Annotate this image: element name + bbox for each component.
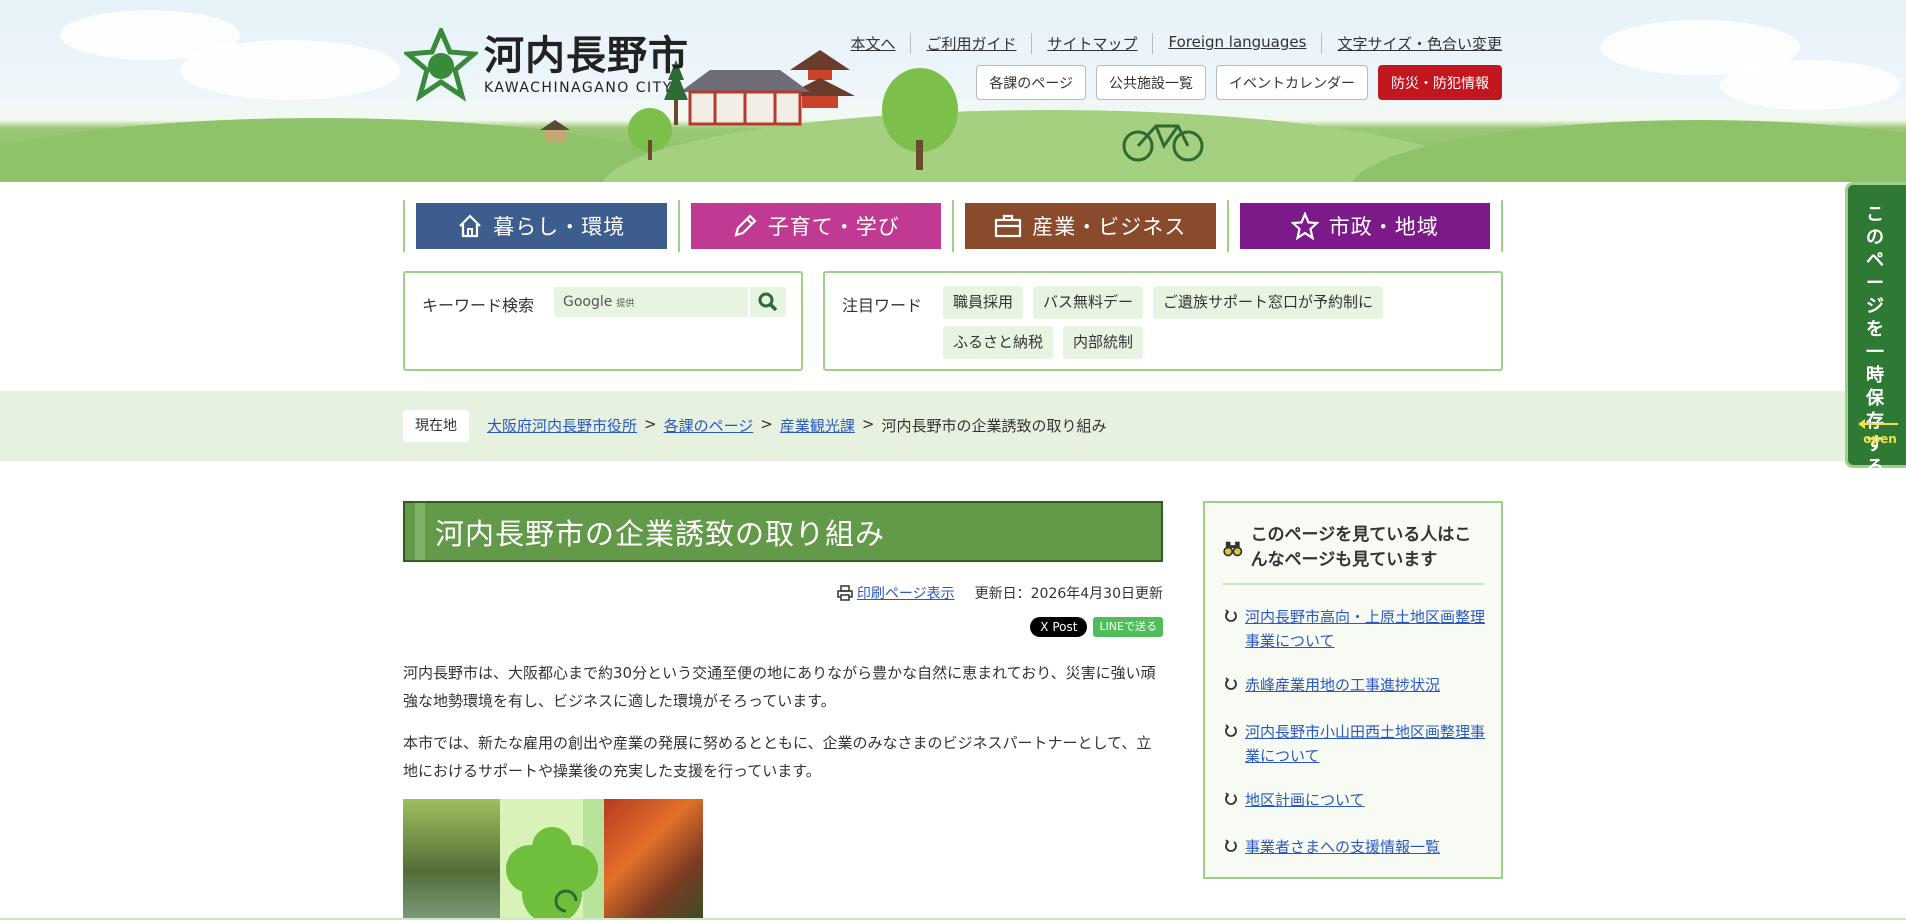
arrow-left-icon (1858, 419, 1898, 429)
related-pages-list: 河内長野市高向・上原土地区画整理事業について 赤峰産業用地の工事進捗状況 河内長… (1223, 605, 1485, 882)
user-guide-link[interactable]: ご利用ガイド (910, 33, 1031, 54)
line-share-button[interactable]: LINEで送る (1093, 617, 1163, 637)
text-size-color-link[interactable]: 文字サイズ・色合い変更 (1321, 33, 1502, 54)
event-calendar-button[interactable]: イベントカレンダー (1216, 65, 1368, 100)
keyword-tag[interactable]: 職員採用 (943, 286, 1024, 319)
link-arrow-icon (1223, 605, 1245, 653)
keywords-list: 職員採用 バス無料デー ご遺族サポート窓口が予約制に ふるさと納税 内部統制 (943, 286, 1483, 359)
sitemap-link[interactable]: サイトマップ (1031, 33, 1152, 54)
search-button[interactable] (748, 287, 786, 317)
department-pages-button[interactable]: 各課のページ (976, 65, 1086, 100)
link-arrow-icon (1223, 673, 1245, 700)
x-post-button[interactable]: X Post (1030, 617, 1088, 637)
keyword-tag[interactable]: 内部統制 (1063, 326, 1144, 359)
open-label: open (1863, 432, 1897, 446)
global-nav: 暮らし・環境 子育て・学び 産業・ビジネス 市政・地域 (403, 200, 1503, 252)
search-label: キーワード検索 (422, 296, 535, 315)
gnav-industry-business[interactable]: 産業・ビジネス (952, 200, 1227, 252)
updated-date: 更新日：2026年4月30日更新 (974, 586, 1163, 602)
list-item: 赤峰産業用地の工事進捗状況 (1223, 673, 1485, 700)
list-item: 地区計画について (1223, 788, 1485, 815)
house-icon (459, 214, 482, 238)
gnav-label: 産業・ビジネス (1032, 215, 1187, 239)
related-pages-header: このページを見ている人はこんなページも見ています (1223, 523, 1485, 585)
keyword-tag[interactable]: ご遺族サポート窓口が予約制に (1153, 286, 1384, 319)
article-paragraph: 河内長野市は、大阪都心まで約30分という交通至便の地にありながら豊かな自然に恵ま… (403, 664, 1156, 710)
search-placeholder: Google (563, 294, 613, 310)
breadcrumb-link-industry-tourism[interactable]: 産業観光課 (780, 415, 855, 436)
list-item: 事業者さまへの支援情報一覧 (1223, 835, 1485, 862)
page-title-bar: 河内長野市の企業誘致の取り組み (403, 501, 1163, 562)
breadcrumb-link-departments[interactable]: 各課のページ (664, 415, 754, 436)
breadcrumb-here-label: 現在地 (403, 410, 469, 442)
autumn-photo (604, 799, 703, 920)
tree-mascot-graphic (500, 799, 604, 920)
header-banner: 河内長野市 KAWACHINAGANO CITY 本文へ ご利用ガイド サイトマ… (0, 0, 1906, 182)
save-page-tab[interactable]: このページを一時保存する open (1845, 182, 1906, 478)
gnav-label: 市政・地域 (1328, 215, 1439, 239)
search-provider: 提供 (616, 299, 635, 309)
breadcrumb-current: 河内長野市の企業誘致の取り組み (881, 417, 1107, 435)
list-item: 河内長野市高向・上原土地区画整理事業について (1223, 605, 1485, 653)
page-meta: 印刷ページ表示 更新日：2026年4月30日更新 (837, 583, 1163, 603)
garden-photo (403, 799, 500, 920)
utility-buttons: 各課のページ 公共施設一覧 イベントカレンダー 防災・防犯情報 (976, 65, 1502, 100)
skip-to-content-link[interactable]: 本文へ (850, 33, 910, 54)
share-buttons: X Post LINEで送る (1030, 617, 1163, 637)
foreign-languages-link[interactable]: Foreign languages (1152, 33, 1321, 54)
breadcrumb-separator: > (760, 415, 773, 433)
pencil-icon (734, 214, 757, 237)
logo-title: 河内長野市 (484, 33, 689, 79)
related-link[interactable]: 河内長野市高向・上原土地区画整理事業について (1245, 605, 1485, 653)
city-emblem-icon (404, 28, 478, 102)
related-link[interactable]: 河内長野市小山田西土地区画整理事業について (1245, 720, 1485, 768)
printer-icon (837, 585, 853, 601)
related-link[interactable]: 事業者さまへの支援情報一覧 (1245, 835, 1440, 862)
disaster-prevention-button[interactable]: 防災・防犯情報 (1378, 65, 1502, 100)
logo-subtitle: KAWACHINAGANO CITY (484, 80, 673, 96)
featured-keywords-panel: 注目ワード 職員採用 バス無料デー ご遺族サポート窓口が予約制に ふるさと納税 … (823, 271, 1503, 371)
related-pages-heading: このページを見ている人はこんなページも見ています (1250, 525, 1472, 570)
binoculars-icon (1223, 541, 1243, 557)
gnav-label: 暮らし・環境 (493, 215, 626, 239)
article-body: 河内長野市は、大阪都心まで約30分という交通至便の地にありながら豊かな自然に恵ま… (403, 659, 1163, 799)
tree-icon (506, 827, 598, 920)
breadcrumb-separator: > (644, 415, 657, 433)
keyword-search-panel: キーワード検索 Google 提供 (403, 271, 803, 371)
related-link[interactable]: 地区計画について (1245, 788, 1365, 815)
briefcase-icon (995, 214, 1022, 238)
keyword-tag[interactable]: ふるさと納税 (943, 326, 1054, 359)
gnav-city-administration[interactable]: 市政・地域 (1226, 200, 1503, 252)
page-title: 河内長野市の企業誘致の取り組み (435, 516, 886, 551)
link-arrow-icon (1223, 720, 1245, 768)
link-arrow-icon (1223, 835, 1245, 862)
article-image (403, 799, 703, 920)
print-page-link[interactable]: 印刷ページ表示 (857, 583, 955, 603)
keywords-label: 注目ワード (842, 296, 923, 315)
search-input[interactable]: Google 提供 (554, 287, 786, 317)
utility-links: 本文へ ご利用ガイド サイトマップ Foreign languages 文字サイ… (850, 33, 1502, 54)
gnav-living-environment[interactable]: 暮らし・環境 (403, 200, 678, 252)
list-item: 河内長野市小山田西土地区画整理事業について (1223, 720, 1485, 768)
link-arrow-icon (1223, 788, 1245, 815)
bicycle-illustration (1122, 124, 1204, 162)
public-facilities-button[interactable]: 公共施設一覧 (1096, 65, 1206, 100)
gnav-childcare-learning[interactable]: 子育て・学び (677, 200, 953, 252)
gnav-label: 子育て・学び (767, 215, 900, 239)
search-icon (758, 292, 778, 312)
star-icon (1290, 212, 1319, 240)
city-logo[interactable]: 河内長野市 KAWACHINAGANO CITY (404, 28, 689, 102)
keyword-tag[interactable]: バス無料デー (1033, 286, 1144, 319)
related-link[interactable]: 赤峰産業用地の工事進捗状況 (1245, 673, 1440, 700)
breadcrumb-separator: > (861, 415, 875, 433)
breadcrumb: 大阪府河内長野市役所 > 各課のページ > 産業観光課 > 河内長野市の企業誘致… (487, 415, 1106, 436)
breadcrumb-link-home[interactable]: 大阪府河内長野市役所 (487, 415, 637, 436)
article-paragraph: 本市では、新たな雇用の創出や産業の発展に努めるとともに、企業のみなさまのビジネス… (403, 734, 1152, 780)
related-pages-panel: このページを見ている人はこんなページも見ています 河内長野市高向・上原土地区画整… (1203, 501, 1503, 879)
